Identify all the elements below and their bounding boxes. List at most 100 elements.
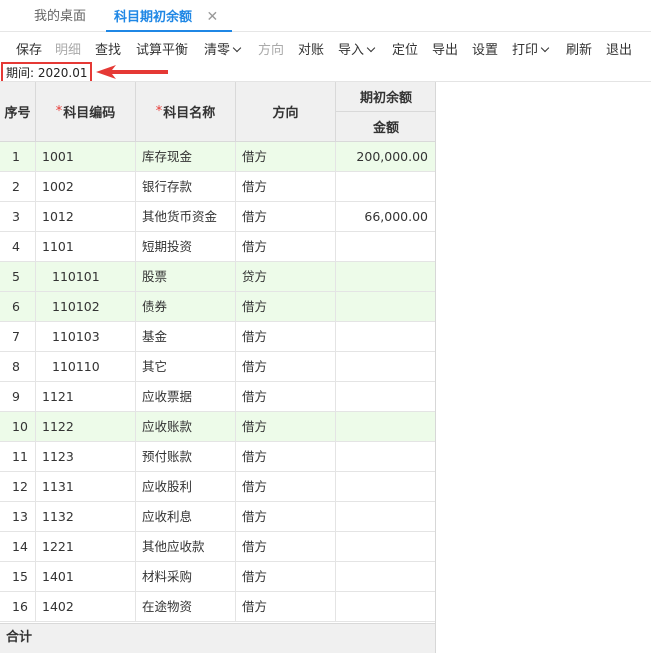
amount-cell[interactable] (336, 442, 435, 472)
direction-cell[interactable]: 借方 (236, 562, 336, 592)
code-cell[interactable]: 1012 (36, 202, 136, 232)
direction-cell[interactable]: 借方 (236, 172, 336, 202)
table-row[interactable]: 6 110102 债券 借方 (0, 292, 435, 322)
code-cell[interactable]: 1002 (36, 172, 136, 202)
code-cell[interactable]: 1401 (36, 562, 136, 592)
table-row[interactable]: 8 110110 其它 借方 (0, 352, 435, 382)
amount-cell[interactable] (336, 562, 435, 592)
clear-dropdown-button[interactable]: 清零 (204, 39, 242, 58)
table-row[interactable]: 2 1002 银行存款 借方 (0, 172, 435, 202)
table-row[interactable]: 3 1012 其他货币资金 借方 66,000.00 (0, 202, 435, 232)
name-cell[interactable]: 基金 (136, 322, 236, 352)
code-cell[interactable]: 1121 (36, 382, 136, 412)
amount-cell[interactable] (336, 232, 435, 262)
direction-cell[interactable]: 借方 (236, 412, 336, 442)
table-row[interactable]: 7 110103 基金 借方 (0, 322, 435, 352)
amount-cell[interactable]: 200,000.00 (336, 142, 435, 172)
header-name[interactable]: * 科目名称 (136, 82, 236, 142)
amount-cell[interactable] (336, 532, 435, 562)
direction-cell[interactable]: 借方 (236, 142, 336, 172)
name-cell[interactable]: 股票 (136, 262, 236, 292)
tab-my-desktop[interactable]: 我的桌面 (26, 0, 94, 32)
locate-button[interactable]: 定位 (392, 39, 418, 58)
print-dropdown-button[interactable]: 打印 (512, 39, 550, 58)
direction-cell[interactable]: 借方 (236, 592, 336, 622)
amount-cell[interactable] (336, 322, 435, 352)
amount-cell[interactable] (336, 382, 435, 412)
code-cell[interactable]: 1123 (36, 442, 136, 472)
table-row[interactable]: 11 1123 预付账款 借方 (0, 442, 435, 472)
table-row[interactable]: 15 1401 材料采购 借方 (0, 562, 435, 592)
reconcile-button[interactable]: 对账 (298, 39, 324, 58)
settings-button[interactable]: 设置 (472, 39, 498, 58)
name-cell[interactable]: 银行存款 (136, 172, 236, 202)
direction-cell[interactable]: 借方 (236, 442, 336, 472)
code-cell[interactable]: 1402 (36, 592, 136, 622)
direction-cell[interactable]: 借方 (236, 232, 336, 262)
save-button[interactable]: 保存 (16, 39, 42, 58)
table-row[interactable]: 10 1122 应收账款 借方 (0, 412, 435, 442)
code-cell[interactable]: 1101 (36, 232, 136, 262)
name-cell[interactable]: 应收股利 (136, 472, 236, 502)
amount-cell[interactable] (336, 352, 435, 382)
tab-account-opening-balance[interactable]: 科目期初余额 ✕ (106, 0, 232, 32)
amount-cell[interactable] (336, 172, 435, 202)
close-icon[interactable]: ✕ (207, 0, 219, 34)
name-cell[interactable]: 材料采购 (136, 562, 236, 592)
amount-cell[interactable] (336, 292, 435, 322)
code-cell[interactable]: 110101 (36, 262, 136, 292)
amount-cell[interactable] (336, 262, 435, 292)
name-cell[interactable]: 短期投资 (136, 232, 236, 262)
name-cell[interactable]: 应收利息 (136, 502, 236, 532)
table-row[interactable]: 5 110101 股票 贷方 (0, 262, 435, 292)
code-cell[interactable]: 110102 (36, 292, 136, 322)
find-button[interactable]: 查找 (95, 39, 121, 58)
header-direction[interactable]: 方向 (236, 82, 336, 142)
export-button[interactable]: 导出 (432, 39, 458, 58)
direction-cell[interactable]: 借方 (236, 472, 336, 502)
direction-button[interactable]: 方向 (258, 39, 284, 58)
direction-cell[interactable]: 借方 (236, 202, 336, 232)
name-cell[interactable]: 其他货币资金 (136, 202, 236, 232)
refresh-button[interactable]: 刷新 (566, 39, 592, 58)
amount-cell[interactable] (336, 412, 435, 442)
import-dropdown-button[interactable]: 导入 (338, 39, 376, 58)
exit-button[interactable]: 退出 (606, 39, 632, 58)
direction-cell[interactable]: 借方 (236, 322, 336, 352)
direction-cell[interactable]: 贷方 (236, 262, 336, 292)
direction-cell[interactable]: 借方 (236, 502, 336, 532)
name-cell[interactable]: 预付账款 (136, 442, 236, 472)
header-code[interactable]: * 科目编码 (36, 82, 136, 142)
table-row[interactable]: 12 1131 应收股利 借方 (0, 472, 435, 502)
code-cell[interactable]: 1221 (36, 532, 136, 562)
direction-cell[interactable]: 借方 (236, 532, 336, 562)
name-cell[interactable]: 应收账款 (136, 412, 236, 442)
name-cell[interactable]: 其它 (136, 352, 236, 382)
code-cell[interactable]: 110110 (36, 352, 136, 382)
code-cell[interactable]: 1001 (36, 142, 136, 172)
header-amount[interactable]: 金额 (336, 112, 435, 142)
table-row[interactable]: 9 1121 应收票据 借方 (0, 382, 435, 412)
table-row[interactable]: 16 1402 在途物资 借方 (0, 592, 435, 622)
detail-button[interactable]: 明细 (55, 39, 81, 58)
amount-cell[interactable] (336, 502, 435, 532)
direction-cell[interactable]: 借方 (236, 292, 336, 322)
amount-cell[interactable]: 66,000.00 (336, 202, 435, 232)
name-cell[interactable]: 债券 (136, 292, 236, 322)
table-row[interactable]: 13 1132 应收利息 借方 (0, 502, 435, 532)
table-row[interactable]: 4 1101 短期投资 借方 (0, 232, 435, 262)
name-cell[interactable]: 在途物资 (136, 592, 236, 622)
direction-cell[interactable]: 借方 (236, 352, 336, 382)
name-cell[interactable]: 库存现金 (136, 142, 236, 172)
name-cell[interactable]: 其他应收款 (136, 532, 236, 562)
direction-cell[interactable]: 借方 (236, 382, 336, 412)
code-cell[interactable]: 1122 (36, 412, 136, 442)
table-row[interactable]: 1 1001 库存现金 借方 200,000.00 (0, 142, 435, 172)
amount-cell[interactable] (336, 472, 435, 502)
table-row[interactable]: 14 1221 其他应收款 借方 (0, 532, 435, 562)
code-cell[interactable]: 1132 (36, 502, 136, 532)
code-cell[interactable]: 110103 (36, 322, 136, 352)
trial-balance-button[interactable]: 试算平衡 (136, 39, 188, 58)
amount-cell[interactable] (336, 592, 435, 622)
name-cell[interactable]: 应收票据 (136, 382, 236, 412)
